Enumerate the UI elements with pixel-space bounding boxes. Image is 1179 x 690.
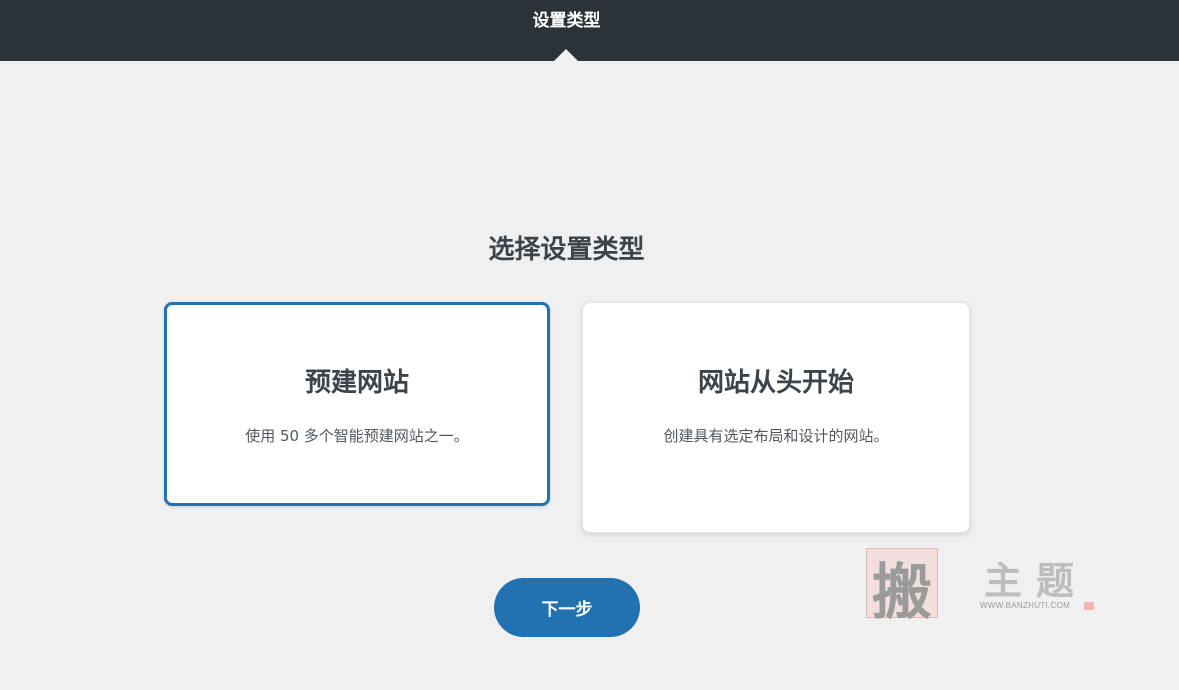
option-card-prebuilt[interactable]: 预建网站 使用 50 多个智能预建网站之一。 [164,302,550,506]
step-title: 设置类型 [532,11,601,31]
watermark-dot [1084,602,1094,610]
step-indicator-caret [554,49,578,61]
option-title: 网站从头开始 [697,368,854,398]
option-title: 预建网站 [304,368,409,398]
top-bar: 设置类型 [0,0,1179,61]
option-card-from-scratch[interactable]: 网站从头开始 创建具有选定布局和设计的网站。 [582,302,970,533]
option-description: 使用 50 多个智能预建网站之一。 [245,427,469,445]
watermark-logo: 搬 主 题 WWW.BANZHUTI.COM [866,548,1096,628]
watermark-char: 题 [1036,558,1075,603]
next-button[interactable]: 下一步 [494,578,640,637]
watermark-char: 主 [984,558,1023,603]
option-description: 创建具有选定布局和设计的网站。 [663,427,889,445]
page-heading: 选择设置类型 [488,235,645,265]
watermark-char: 搬 [872,558,932,628]
watermark-url: WWW.BANZHUTI.COM [980,601,1071,610]
